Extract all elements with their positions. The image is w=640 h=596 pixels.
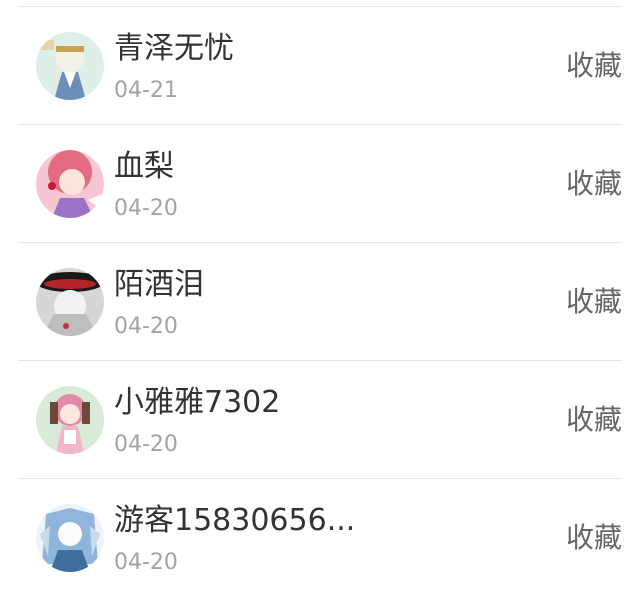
user-list: 青泽无忧 04-21 收藏 血梨 04-20 收藏 陌酒泪 04-20 收藏 小… <box>0 7 640 596</box>
date-label: 04-21 <box>114 78 178 103</box>
avatar-image-icon <box>36 386 104 454</box>
avatar-image-icon <box>36 32 104 100</box>
user-name: 青泽无忧 <box>114 31 234 66</box>
list-item[interactable]: 小雅雅7302 04-20 收藏 <box>18 361 622 479</box>
date-label: 04-20 <box>114 550 178 575</box>
avatar[interactable] <box>36 150 104 218</box>
user-name: 陌酒泪 <box>114 267 204 302</box>
avatar[interactable] <box>36 32 104 100</box>
avatar[interactable] <box>36 504 104 572</box>
list-item[interactable]: 血梨 04-20 收藏 <box>18 125 622 243</box>
favorite-button[interactable]: 收藏 <box>566 167 622 201</box>
avatar[interactable] <box>36 386 104 454</box>
avatar-image-icon <box>36 150 104 218</box>
favorite-button[interactable]: 收藏 <box>566 49 622 83</box>
favorite-button[interactable]: 收藏 <box>566 521 622 555</box>
favorite-button[interactable]: 收藏 <box>566 403 622 437</box>
list-item[interactable]: 游客15830656... 04-20 收藏 <box>18 479 622 596</box>
user-name: 小雅雅7302 <box>114 385 281 420</box>
list-item[interactable]: 陌酒泪 04-20 收藏 <box>18 243 622 361</box>
favorite-button[interactable]: 收藏 <box>566 285 622 319</box>
user-name: 血梨 <box>114 149 174 184</box>
avatar-image-icon <box>36 504 104 572</box>
list-item[interactable]: 青泽无忧 04-21 收藏 <box>18 7 622 125</box>
avatar[interactable] <box>36 268 104 336</box>
date-label: 04-20 <box>114 432 178 457</box>
date-label: 04-20 <box>114 196 178 221</box>
avatar-image-icon <box>36 268 104 336</box>
user-name: 游客15830656... <box>114 503 356 538</box>
date-label: 04-20 <box>114 314 178 339</box>
